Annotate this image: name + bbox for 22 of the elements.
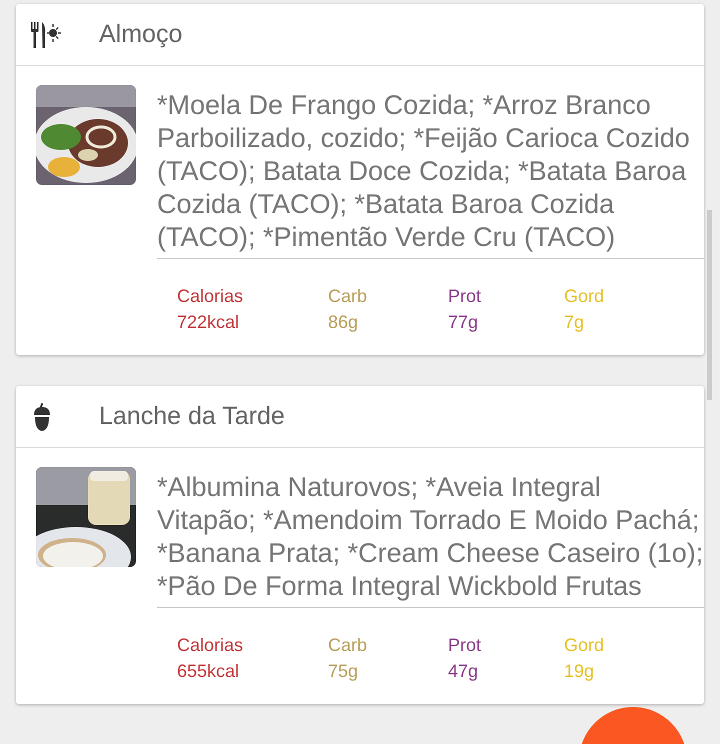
- food-list: *Moela De Frango Cozida; *Arroz Branco Parboilizado, cozido; *Feijão Carioca Cozido (TACO); Batata Doce Cozida; *Batata Baroa Cozida (TACO); *Batata Baroa Cozida (TACO); *Pimentão Verde Cru (TACO): [157, 85, 704, 259]
- nutrient-label: Prot: [448, 634, 482, 657]
- nutrient-value: 655kcal: [177, 660, 240, 683]
- nutrient-value: 86g: [328, 311, 360, 334]
- food-list: *Albumina Naturovos; *Aveia Integral Vitapão; *Amendoim Torrado E Moido Pachá; *Banana Prata; *Cream Cheese Caseiro (1o); *Pão De Forma Integral Wickbold Frutas: [157, 467, 704, 608]
- nutrient-label: Carb: [328, 285, 368, 308]
- nutrient-label: Prot: [448, 285, 482, 308]
- nutrient-label: Carb: [328, 634, 368, 657]
- nutrient-label: Gord: [564, 634, 606, 657]
- nutrient-label: Calorias: [177, 285, 244, 308]
- nutrient-value: 19g: [564, 660, 596, 683]
- nutrient-value: 77g: [448, 311, 480, 334]
- nutrient-value: 75g: [328, 660, 360, 683]
- nutrient-value: 7g: [564, 311, 586, 334]
- nutrient-value: 47g: [448, 660, 480, 683]
- nutrient-label: Gord: [564, 285, 606, 308]
- nutrient-label: Calorias: [177, 634, 244, 657]
- meal-title: Lanche da Tarde: [99, 400, 285, 432]
- nutrient-value: 722kcal: [177, 311, 240, 334]
- cutlery-sun-icon: [28, 20, 62, 50]
- meal-title: Almoço: [99, 18, 182, 50]
- acorn-icon: [34, 402, 50, 430]
